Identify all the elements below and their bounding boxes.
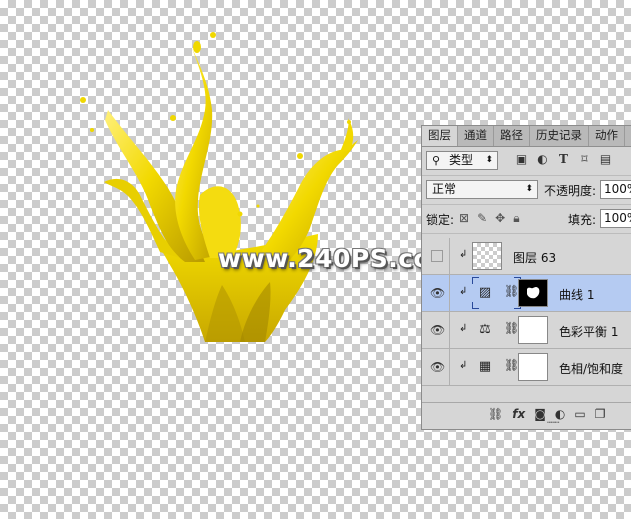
group-icon[interactable]: ▭ — [574, 407, 585, 421]
link-chain-icon[interactable]: ⛓︎ — [504, 284, 519, 298]
visibility-toggle[interactable]: 👁︎ — [422, 275, 450, 311]
layer-filter-select[interactable]: ⚲ 类型 ⬍ — [426, 151, 498, 170]
splash-mask-shape — [527, 287, 540, 299]
lock-brush-icon[interactable]: ✎ — [477, 211, 487, 226]
layer-row[interactable]: 👁︎ ↲ ⚖ ⛓︎ 色彩平衡 1 — [422, 312, 631, 349]
layer-mask-thumbnail[interactable] — [518, 279, 548, 307]
type-filter-icon[interactable]: T — [557, 153, 570, 166]
layer-mask-thumbnail[interactable] — [518, 316, 548, 344]
tab-actions[interactable]: 动作 — [589, 126, 625, 146]
layer-name[interactable]: 曲线 1 — [559, 286, 594, 303]
blend-mode-value: 正常 — [432, 182, 457, 196]
panel-tabs: 图层 通道 路径 历史记录 动作 — [422, 126, 631, 147]
lock-row: 锁定: ⊠ ✎ ✥ 🔒︎ 填充: 100% — [422, 205, 631, 234]
link-chain-icon[interactable]: ⛓︎ — [504, 358, 519, 372]
layer-row[interactable]: ↲ 图层 63 — [422, 238, 631, 275]
hue-saturation-icon[interactable]: ▦ — [476, 358, 494, 376]
layer-name[interactable]: 色彩平衡 1 — [559, 323, 618, 340]
visibility-toggle[interactable]: 👁︎ — [422, 312, 450, 348]
lock-icons: ⊠ ✎ ✥ 🔒︎ — [459, 211, 520, 226]
resize-grip[interactable]: ┅┅┅ — [547, 418, 559, 427]
layer-filter-label: 类型 — [449, 153, 474, 167]
layer-name[interactable]: 图层 63 — [513, 249, 556, 266]
link-chain-icon[interactable]: ⛓︎ — [504, 321, 519, 335]
pixel-filter-icon[interactable]: ▣ — [515, 153, 528, 166]
layer-row[interactable]: 👁︎ ↲ ▨ ⛓︎ 曲线 1 — [422, 275, 631, 312]
fill-input[interactable]: 100% — [600, 209, 631, 228]
search-icon: ⚲ — [432, 154, 441, 167]
tab-layers[interactable]: 图层 — [422, 126, 458, 146]
layer-name[interactable]: 色相/饱和度 — [559, 360, 623, 377]
adjustment-filter-icon[interactable]: ◐ — [536, 153, 549, 166]
panel-footer: ⛓︎ fx ◙ ◐ ▭ ❐ ┅┅┅ — [422, 402, 631, 429]
eye-icon: 👁︎ — [430, 323, 446, 337]
layer-row[interactable]: 👁︎ ↲ ▦ ⛓︎ 色相/饱和度 — [422, 349, 631, 386]
filter-row: ⚲ 类型 ⬍ ▣ ◐ T ⌑ ▤ — [422, 147, 631, 176]
lock-all-icon[interactable]: 🔒︎ — [513, 211, 519, 226]
blend-mode-select[interactable]: 正常 ⬍ — [426, 180, 538, 199]
updown-arrow-icon: ⬍ — [525, 184, 533, 194]
link-icon[interactable]: ⛓︎ — [488, 407, 503, 421]
opacity-label: 不透明度: — [544, 184, 597, 198]
layer-thumbnail[interactable] — [472, 242, 502, 270]
shape-filter-icon[interactable]: ⌑ — [578, 153, 591, 166]
color-balance-icon[interactable]: ⚖ — [476, 321, 494, 339]
layer-mask-thumbnail[interactable] — [518, 353, 548, 381]
tab-channels[interactable]: 通道 — [458, 126, 494, 146]
updown-arrow-icon: ⬍ — [485, 155, 493, 165]
opacity-input[interactable]: 100% — [600, 180, 631, 199]
hidden-box-icon — [431, 250, 443, 262]
visibility-toggle[interactable]: 👁︎ — [422, 349, 450, 385]
clip-arrow-icon: ↲ — [459, 360, 468, 371]
mask-icon[interactable]: ◙ — [534, 407, 546, 421]
smart-object-filter-icon[interactable]: ▤ — [599, 153, 612, 166]
tab-history[interactable]: 历史记录 — [530, 126, 589, 146]
lock-move-icon[interactable]: ✥ — [495, 211, 505, 226]
tab-paths[interactable]: 路径 — [494, 126, 530, 146]
blend-row: 正常 ⬍ 不透明度: 100% — [422, 176, 631, 205]
filter-icons: ▣ ◐ T ⌑ ▤ — [515, 153, 612, 166]
eye-icon: 👁︎ — [430, 286, 446, 300]
eye-icon: 👁︎ — [430, 360, 446, 374]
clip-arrow-icon: ↲ — [459, 286, 468, 297]
visibility-toggle[interactable] — [422, 238, 450, 274]
clip-arrow-icon: ↲ — [459, 249, 468, 260]
fx-icon[interactable]: fx — [512, 407, 525, 421]
fill-label: 填充: — [568, 213, 597, 227]
lock-label: 锁定: — [426, 213, 455, 227]
clip-arrow-icon: ↲ — [459, 323, 468, 334]
new-layer-icon[interactable]: ❐ — [595, 407, 606, 421]
layers-panel: 图层 通道 路径 历史记录 动作 ⚲ 类型 ⬍ ▣ ◐ T ⌑ ▤ 正常 ⬍ 不… — [421, 125, 631, 430]
lock-transparency-icon[interactable]: ⊠ — [459, 211, 469, 226]
layer-list: ↲ 图层 63 👁︎ ↲ ▨ ⛓︎ 曲线 1 👁︎ ↲ ⚖ ⛓︎ 色彩平衡 1 … — [422, 238, 631, 386]
